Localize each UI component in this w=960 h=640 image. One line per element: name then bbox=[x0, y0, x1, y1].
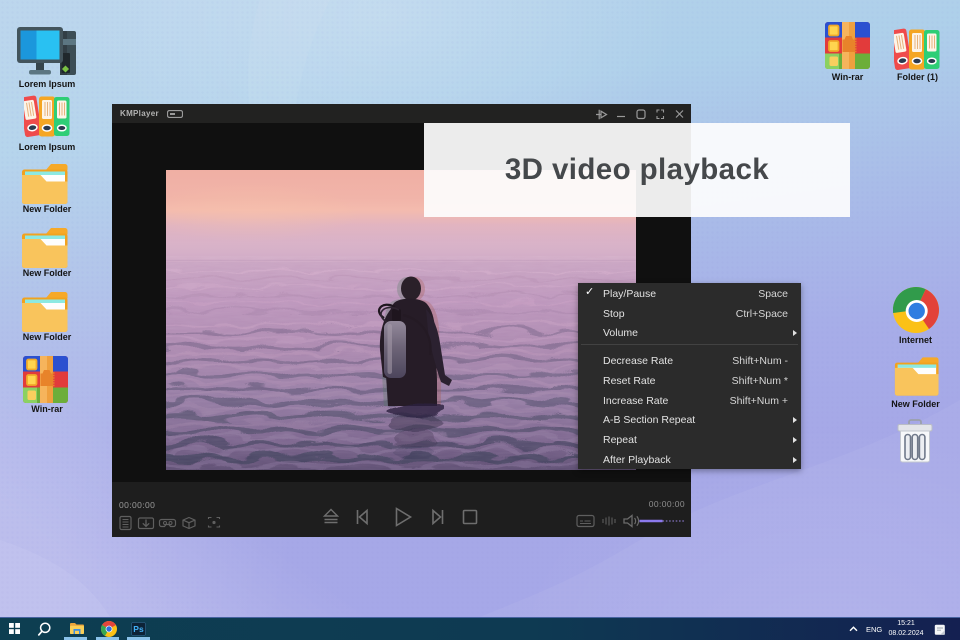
svg-text:Ps: Ps bbox=[133, 624, 144, 634]
